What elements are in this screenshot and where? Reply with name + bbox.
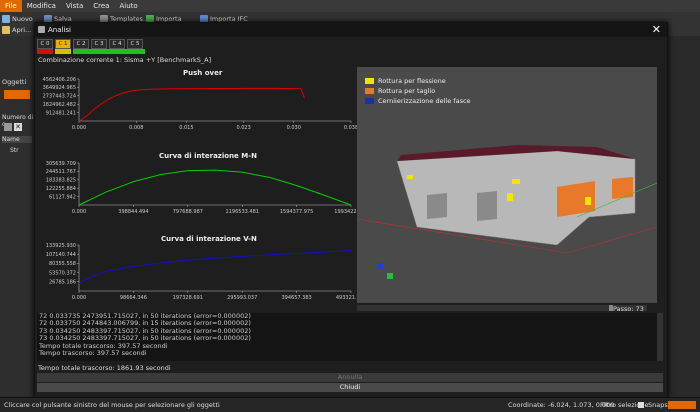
- charts-area: 912481.241 1824962.482 2737443.724 3649924.…: [43, 77, 357, 301]
- x-tick-label: 1196533.481: [226, 209, 259, 215]
- y-tick-label: 61127.942: [49, 194, 76, 200]
- x-tick-label: 0.023: [236, 125, 250, 131]
- status-hint: Cliccare col pulsante sinistro del mouse…: [4, 401, 220, 409]
- series-line: [78, 249, 352, 284]
- y-tick-label: 122255.884: [46, 186, 76, 192]
- snaps-toggles[interactable]: [668, 401, 696, 409]
- right-panel: [666, 36, 700, 396]
- chart-title-mn: Curva di interazione M-N: [159, 152, 257, 160]
- y-tick-label: 305639.709: [46, 161, 76, 167]
- y-tick-label: 107140.744: [46, 252, 76, 258]
- y-tick-label: 3649924.965: [43, 85, 76, 91]
- analysis-dialog: Analisi ✕ C 0 C 1 C 2 C 3 C 4 C 5 Combin…: [34, 22, 668, 398]
- x-tick-label: 1594377.975: [280, 209, 313, 215]
- total-time: Tempo totale trascorso: 1861.93 secondi: [38, 364, 171, 372]
- x-tick-label: 394657.383: [281, 295, 311, 301]
- building-model: [357, 145, 657, 279]
- structure-row[interactable]: Str: [10, 147, 19, 154]
- series-line: [78, 169, 352, 206]
- status-bar: Cliccare col pulsante sinistro del mouse…: [0, 397, 700, 412]
- x-tick-label: 493321.728: [336, 295, 357, 301]
- menu-file[interactable]: File: [0, 0, 22, 12]
- menu-modifica[interactable]: Modifica: [22, 0, 61, 12]
- new-file-icon: [2, 15, 10, 23]
- folder-icon: [2, 26, 10, 34]
- y-tick-label: 53570.372: [49, 270, 76, 276]
- menu-crea[interactable]: Crea: [88, 0, 114, 12]
- x-tick-label: 0.015: [179, 125, 193, 131]
- x-tick-label: 0.000: [72, 209, 86, 215]
- series-line: [78, 87, 305, 122]
- open-button[interactable]: Apri...: [2, 25, 31, 35]
- y-tick-label: 183383.825: [46, 178, 76, 184]
- x-tick-label: 295993.037: [227, 295, 257, 301]
- log-scrollbar[interactable]: [657, 313, 663, 361]
- log-line: Tempo trascorso: 397.57 secondi: [39, 349, 147, 358]
- open-label: Apri...: [12, 26, 32, 34]
- copy-icon[interactable]: [4, 123, 12, 131]
- menu-aiuto[interactable]: Aiuto: [114, 0, 142, 12]
- x-tick-label: 0.008: [129, 125, 143, 131]
- new-button[interactable]: Nuovo: [2, 14, 33, 24]
- x-tick-label: 0.000: [72, 125, 86, 131]
- log-output: 72 0.033735 2473951.715027, in 50 iterat…: [37, 312, 657, 361]
- chart-title-vn: Curva di interazione V-N: [161, 235, 257, 243]
- name-column-header: Name: [2, 136, 32, 143]
- close-button[interactable]: Chiudi: [37, 383, 663, 392]
- y-tick-label: 244511.767: [46, 169, 76, 175]
- y-tick-label: 912481.241: [46, 110, 76, 116]
- objects-tab[interactable]: [4, 90, 30, 99]
- filter-icon[interactable]: [638, 402, 644, 408]
- 3d-viewport[interactable]: Rottura per flessione Rottura per taglio…: [357, 67, 657, 303]
- delete-icon[interactable]: ✕: [14, 123, 22, 131]
- x-tick-label: 398844.494: [118, 209, 148, 215]
- x-tick-label: 1993422.469: [334, 209, 357, 215]
- objects-title: Oggetti: [2, 78, 27, 86]
- chart-title-pushover: Push over: [183, 69, 223, 77]
- y-tick-label: 4562406.206: [43, 77, 76, 83]
- new-label: Nuovo: [12, 15, 33, 23]
- y-tick-label: 26785.186: [49, 280, 76, 286]
- x-tick-label: 0.000: [72, 295, 86, 301]
- snaps-label: Snaps: [648, 401, 668, 409]
- y-tick-label: 2737443.724: [43, 94, 76, 100]
- close-icon[interactable]: ✕: [652, 24, 661, 36]
- x-tick-label: 797688.987: [173, 209, 203, 215]
- cancel-button[interactable]: Annulla: [37, 373, 663, 382]
- step-slider[interactable]: [357, 305, 647, 311]
- y-tick-label: 80355.558: [49, 261, 76, 267]
- x-tick-label: 197328.691: [173, 295, 203, 301]
- y-tick-label: 133925.930: [46, 243, 76, 249]
- menu-vista[interactable]: Vista: [61, 0, 88, 12]
- y-tick-label: 1824962.482: [43, 102, 76, 108]
- step-label: Passo: 73: [613, 305, 644, 313]
- objects-panel: Oggetti Numero di o ✕ Name Str: [0, 36, 35, 396]
- status-coordinates: Coordinate: -6.024, 1.073, 0.000: [508, 401, 615, 409]
- x-tick-label: 98664.346: [120, 295, 147, 301]
- x-tick-label: 0.038: [344, 125, 357, 131]
- x-tick-label: 0.030: [287, 125, 301, 131]
